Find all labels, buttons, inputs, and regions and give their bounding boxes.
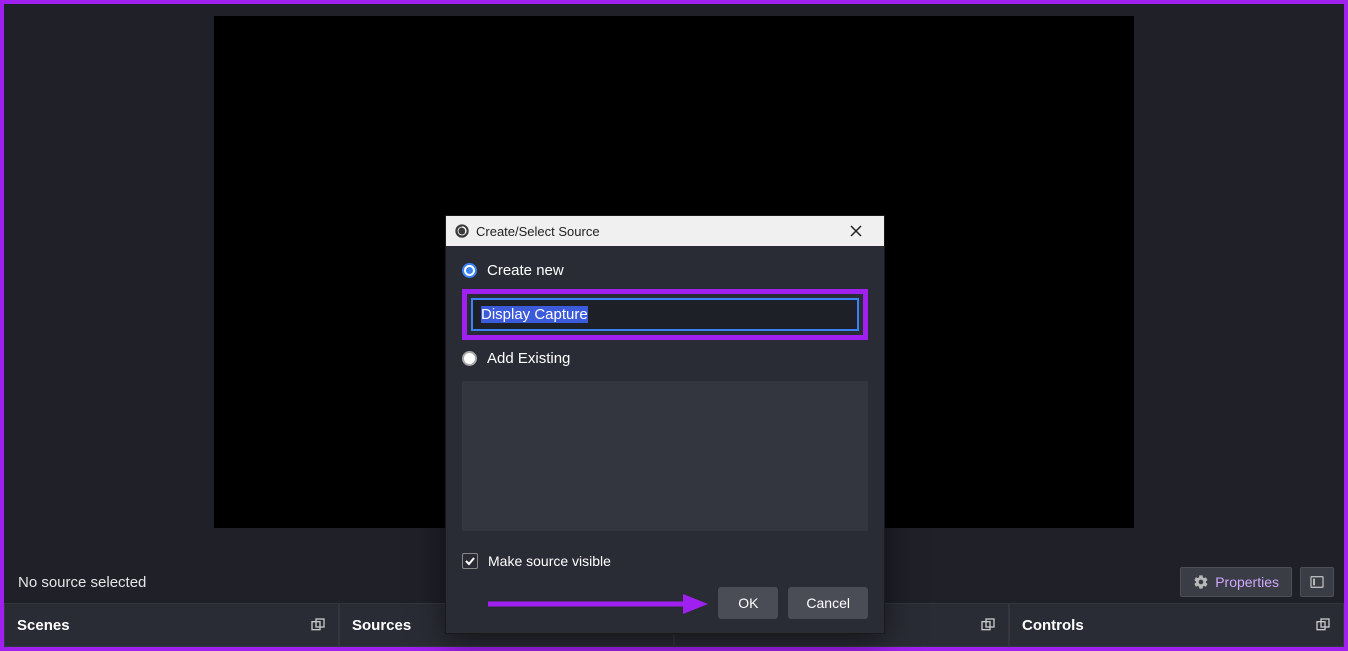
checkbox-checked-icon — [462, 553, 478, 569]
popout-icon — [310, 617, 326, 633]
controls-panel-title: Controls — [1022, 617, 1084, 634]
existing-sources-list[interactable] — [462, 381, 868, 531]
properties-button-label: Properties — [1215, 574, 1279, 590]
make-visible-checkbox[interactable]: Make source visible — [462, 553, 868, 569]
add-existing-radio[interactable]: Add Existing — [462, 350, 868, 367]
input-highlight-annotation — [462, 289, 868, 340]
no-source-label: No source selected — [14, 568, 150, 597]
ok-button[interactable]: OK — [718, 587, 778, 619]
radio-unselected-icon — [462, 351, 477, 366]
create-select-source-dialog: Create/Select Source Create new Add Exis… — [445, 215, 885, 634]
filters-button[interactable] — [1300, 567, 1334, 597]
sources-panel-title: Sources — [352, 617, 411, 634]
close-icon — [850, 225, 862, 237]
scenes-panel-header[interactable]: Scenes — [4, 603, 339, 647]
popout-icon — [1315, 617, 1331, 633]
add-existing-label: Add Existing — [487, 350, 570, 367]
dialog-titlebar[interactable]: Create/Select Source — [446, 216, 884, 246]
radio-selected-icon — [462, 263, 477, 278]
properties-button[interactable]: Properties — [1180, 567, 1292, 597]
source-name-input[interactable] — [471, 298, 859, 331]
popout-icon — [980, 617, 996, 633]
scenes-panel-title: Scenes — [17, 617, 70, 634]
arrow-annotation — [462, 588, 708, 618]
close-button[interactable] — [836, 217, 876, 245]
create-new-radio[interactable]: Create new — [462, 262, 868, 279]
dialog-footer: OK Cancel — [446, 579, 884, 633]
make-visible-label: Make source visible — [488, 553, 611, 569]
cancel-button[interactable]: Cancel — [788, 587, 868, 619]
controls-panel-header[interactable]: Controls — [1009, 603, 1344, 647]
gear-icon — [1193, 574, 1209, 590]
filters-icon — [1309, 574, 1325, 590]
create-new-label: Create new — [487, 262, 564, 279]
obs-logo-icon — [454, 223, 470, 239]
dialog-body: Create new Add Existing Make source visi… — [446, 246, 884, 579]
dialog-title: Create/Select Source — [476, 224, 600, 239]
